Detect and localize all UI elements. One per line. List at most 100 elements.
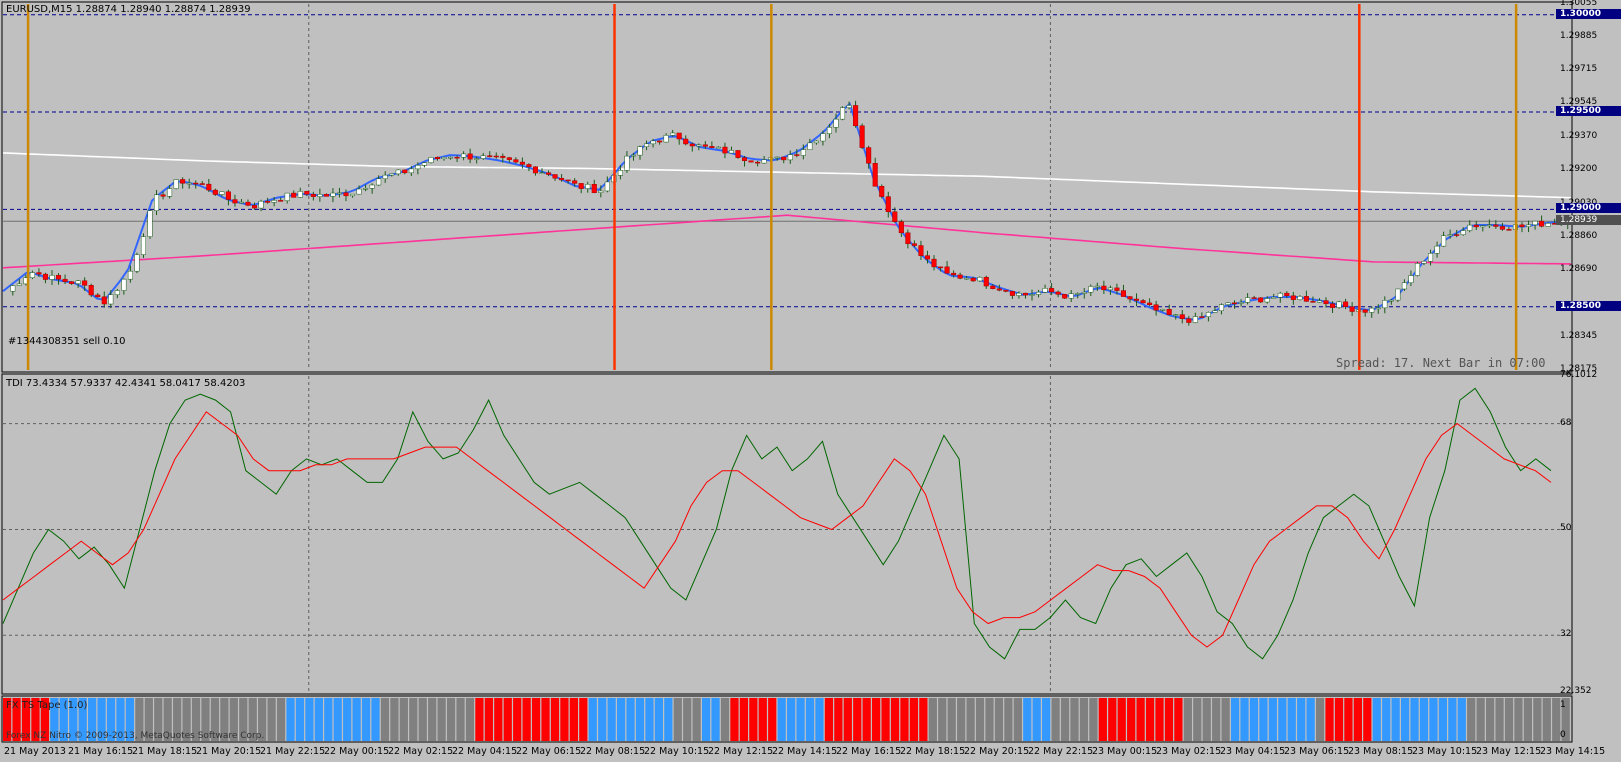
tape-bar — [1485, 698, 1495, 741]
candle-bear — [245, 201, 251, 206]
candle-bear — [493, 155, 499, 158]
candle-bull — [663, 135, 669, 143]
candle-bull — [1160, 309, 1166, 311]
tape-bar — [484, 698, 493, 741]
candle-bear — [1303, 296, 1309, 302]
candle-bear — [180, 179, 186, 184]
candle-bear — [487, 155, 493, 157]
candle-bull — [415, 165, 421, 170]
time-axis-label: 22 May 22:15 — [1028, 746, 1094, 757]
time-axis-label: 22 May 20:15 — [964, 746, 1030, 757]
candle-bull — [715, 146, 721, 149]
candle-bear — [918, 245, 924, 256]
tape-bar — [805, 698, 815, 741]
candle-bear — [722, 146, 728, 154]
tape-bar — [475, 698, 484, 741]
tape-bar — [343, 698, 352, 741]
tape-bar — [1070, 698, 1079, 741]
candle-bull — [49, 275, 55, 280]
candle-bear — [69, 281, 75, 284]
candle-bear — [251, 205, 258, 209]
candle-bear — [545, 172, 552, 175]
time-axis-label: 22 May 08:15 — [580, 746, 646, 757]
candle-bear — [944, 266, 950, 274]
tape-bar — [796, 698, 805, 741]
candle-bull — [1427, 253, 1434, 262]
candle-bear — [1251, 297, 1257, 299]
tape-bar — [957, 698, 966, 741]
candle-bear — [572, 180, 578, 184]
tape-bar — [909, 698, 919, 741]
tape-bar — [446, 698, 456, 741]
time-axis-label: 23 May 02:15 — [1156, 746, 1222, 757]
time-axis-label: 22 May 10:15 — [644, 746, 710, 757]
candle-bear — [924, 255, 931, 260]
tape-bar — [541, 698, 550, 741]
candle-bull — [1388, 299, 1394, 302]
tape-bar — [1297, 698, 1306, 741]
tape-bar — [1372, 698, 1381, 741]
tape-bar — [1533, 698, 1542, 741]
candle-bear — [55, 275, 62, 280]
time-axis-label: 23 May 12:15 — [1476, 746, 1542, 757]
candle-bear — [676, 132, 682, 140]
candle-bull — [75, 280, 81, 284]
candle-bull — [833, 118, 839, 128]
candle-bear — [559, 177, 565, 181]
candle-bull — [1316, 300, 1323, 303]
tape-bar — [654, 698, 664, 741]
tape-bar — [919, 698, 928, 741]
tape-bar — [409, 698, 418, 741]
candle-bear — [755, 161, 761, 164]
tape-bar — [635, 698, 645, 741]
time-axis-label: 21 May 22:15 — [260, 746, 326, 757]
candle-bull — [1545, 223, 1551, 227]
candle-bull — [1369, 307, 1375, 313]
price-axis-label: 1.28345 — [1560, 330, 1598, 341]
candle-bear — [304, 191, 310, 195]
candle-bull — [238, 201, 245, 204]
tape-bar — [787, 698, 796, 741]
candle-bear — [748, 160, 754, 163]
tape-bar — [730, 698, 739, 741]
candle-bull — [173, 179, 179, 189]
tape-axis-label: 0 — [1560, 730, 1566, 740]
candle-bear — [1231, 302, 1238, 305]
candle-bear — [1147, 302, 1153, 306]
tape-bar — [390, 698, 399, 741]
candle-bull — [1525, 224, 1532, 227]
candle-bear — [519, 161, 525, 165]
time-axis-label: 23 May 14:15 — [1540, 746, 1606, 757]
tape-bar — [1523, 698, 1533, 741]
candle-bull — [356, 188, 362, 195]
tape-bar — [1382, 698, 1391, 741]
candle-bull — [330, 192, 336, 197]
spread-text: Spread: 17. Next Bar in 07:00 — [1336, 356, 1546, 370]
tape-bar — [1183, 698, 1192, 741]
tdi-axis-label: 50 — [1560, 523, 1572, 534]
tape-bar — [607, 698, 616, 741]
candle-bear — [454, 156, 460, 159]
candle-bear — [212, 189, 218, 195]
candle-bear — [689, 143, 695, 147]
candle-bear — [278, 200, 284, 202]
tape-bar — [824, 698, 834, 741]
time-axis-label: 23 May 10:15 — [1412, 746, 1478, 757]
candle-bull — [826, 127, 833, 134]
candle-bull — [1441, 235, 1447, 247]
candle-bear — [1133, 298, 1140, 301]
tape-bar — [1117, 698, 1126, 741]
tape-bar — [701, 698, 711, 741]
tape-bar — [815, 698, 824, 741]
candle-bear — [1539, 220, 1545, 227]
candle-bear — [931, 258, 937, 268]
candle-bear — [199, 183, 205, 185]
tape-bar — [881, 698, 890, 741]
tape-bar — [267, 698, 276, 741]
candle-bull — [147, 210, 153, 237]
candle-bull — [1094, 285, 1100, 288]
candle-bear — [853, 105, 859, 127]
candle-bear — [1022, 292, 1029, 296]
candle-bull — [258, 200, 264, 209]
tape-bar — [758, 698, 767, 741]
